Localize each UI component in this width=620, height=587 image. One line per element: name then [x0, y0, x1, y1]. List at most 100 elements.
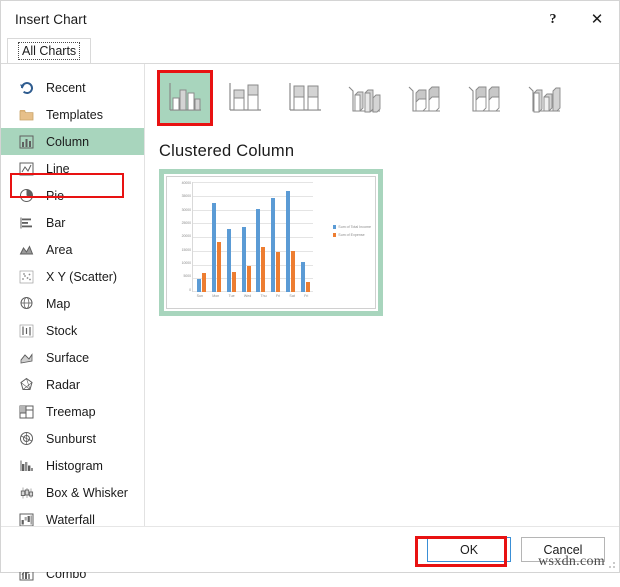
close-button[interactable]: ✕ — [575, 1, 619, 38]
sidebar-item-treemap[interactable]: Treemap — [1, 398, 144, 425]
x-tick: Fri — [275, 294, 281, 298]
tab-strip: All Charts — [1, 38, 619, 64]
chart-bar — [231, 271, 236, 292]
treemap-icon — [17, 403, 35, 421]
chart-legend: Sum of Total Income Sum of Expense — [332, 225, 371, 237]
boxwhisker-icon — [17, 484, 35, 502]
sidebar-item-stock[interactable]: Stock — [1, 317, 144, 344]
folder-icon — [17, 106, 35, 124]
chart-bar-group — [196, 182, 206, 292]
sidebar-item-xy-scatter-label: X Y (Scatter) — [46, 269, 118, 284]
x-tick: Sun — [196, 294, 204, 298]
sidebar-item-radar[interactable]: Radar — [1, 371, 144, 398]
sidebar-item-line[interactable]: Line — [1, 155, 144, 182]
area-chart-icon — [17, 241, 35, 259]
x-tick: Sat — [289, 294, 295, 298]
sidebar-item-bar-label: Bar — [46, 215, 66, 230]
y-tick: 15000 — [181, 247, 191, 252]
sidebar-item-map-label: Map — [46, 296, 71, 311]
y-tick: 35000 — [181, 194, 191, 199]
sidebar-item-bar[interactable]: Bar — [1, 209, 144, 236]
recent-icon — [17, 79, 35, 97]
x-tick: Mon — [212, 294, 220, 298]
y-tick: 0 — [189, 287, 191, 292]
chart-bar-group — [211, 182, 221, 292]
sidebar-item-xy-scatter[interactable]: X Y (Scatter) — [1, 263, 144, 290]
column-chart-icon — [17, 133, 35, 151]
chart-thumb-3d-clustered-column[interactable] — [339, 72, 391, 124]
chart-thumb-3d-stacked-column[interactable] — [399, 72, 451, 124]
chart-bar — [216, 241, 221, 292]
chart-bar — [196, 278, 201, 292]
y-tick: 25000 — [181, 220, 191, 225]
chart-thumb-100-percent-stacked-column[interactable] — [279, 72, 331, 124]
chart-bar-group — [241, 182, 251, 292]
sidebar-item-pie[interactable]: Pie — [1, 182, 144, 209]
sidebar-item-map[interactable]: Map — [1, 290, 144, 317]
tab-all-charts-label: All Charts — [18, 42, 81, 60]
sidebar-item-recent[interactable]: Recent — [1, 74, 144, 101]
chart-bar — [201, 272, 206, 292]
chart-grid-area — [192, 182, 313, 292]
sidebar-item-waterfall-label: Waterfall — [46, 512, 95, 527]
y-tick: 40000 — [181, 181, 191, 185]
chart-bar — [226, 229, 231, 292]
close-icon: ✕ — [590, 11, 604, 28]
sidebar-item-sunburst-label: Sunburst — [46, 431, 97, 446]
sidebar-item-box-whisker[interactable]: Box & Whisker — [1, 479, 144, 506]
sidebar-item-histogram[interactable]: Histogram — [1, 452, 144, 479]
ok-button[interactable]: OK — [427, 537, 511, 562]
x-tick: Fri — [304, 294, 309, 298]
help-button[interactable]: ? — [531, 1, 575, 38]
sidebar-item-line-label: Line — [46, 161, 70, 176]
chart-bar-group — [256, 182, 266, 292]
chart-bar — [276, 251, 281, 292]
sidebar-item-sunburst[interactable]: Sunburst — [1, 425, 144, 452]
chart-category-sidebar: Recent Templates Column Line Pie Bar Are… — [1, 64, 145, 581]
chart-bar — [246, 266, 251, 292]
legend-item: Sum of Expense — [332, 233, 371, 237]
sidebar-item-box-whisker-label: Box & Whisker — [46, 485, 128, 500]
chart-preview-frame[interactable]: 40000 35000 30000 25000 20000 15000 1000… — [159, 169, 383, 316]
sidebar-item-pie-label: Pie — [46, 188, 65, 203]
sidebar-item-area[interactable]: Area — [1, 236, 144, 263]
tab-all-charts[interactable]: All Charts — [7, 38, 92, 63]
radar-chart-icon — [17, 376, 35, 394]
dialog-footer: OK Cancel wsxdn.com — [1, 526, 619, 572]
dialog-content: Recent Templates Column Line Pie Bar Are… — [1, 64, 619, 581]
chart-thumb-3d-100-percent-stacked-column[interactable] — [459, 72, 511, 124]
watermark: wsxdn.com — [538, 554, 605, 569]
sidebar-item-histogram-label: Histogram — [46, 458, 103, 473]
chart-bar — [301, 262, 306, 292]
sidebar-item-column[interactable]: Column — [1, 128, 144, 155]
pie-chart-icon — [17, 187, 35, 205]
legend-swatch-icon — [332, 233, 337, 237]
resize-grip[interactable] — [606, 559, 616, 569]
dialog-title: Insert Chart — [15, 12, 87, 27]
sidebar-item-radar-label: Radar — [46, 377, 81, 392]
sidebar-item-area-label: Area — [46, 242, 73, 257]
chart-bar — [261, 247, 266, 292]
chart-plot-wrapper: 40000 35000 30000 25000 20000 15000 1000… — [167, 177, 375, 308]
legend-label: Sum of Expense — [338, 233, 365, 237]
chart-thumb-stacked-column[interactable] — [219, 72, 271, 124]
chart-thumb-clustered-column[interactable] — [159, 72, 211, 124]
x-tick: Tue — [228, 294, 235, 298]
scatter-chart-icon — [17, 268, 35, 286]
sidebar-item-templates-label: Templates — [46, 107, 103, 122]
chart-bar-group — [286, 182, 296, 292]
sidebar-item-surface-label: Surface — [46, 350, 90, 365]
surface-chart-icon — [17, 349, 35, 367]
sunburst-icon — [17, 430, 35, 448]
chart-preview: 40000 35000 30000 25000 20000 15000 1000… — [166, 176, 376, 309]
chart-thumb-3d-column[interactable] — [519, 72, 571, 124]
help-icon: ? — [549, 11, 557, 27]
chart-bar — [256, 208, 261, 292]
sidebar-item-templates[interactable]: Templates — [1, 101, 144, 128]
sidebar-item-surface[interactable]: Surface — [1, 344, 144, 371]
y-tick: 5000 — [183, 274, 191, 279]
x-tick: Thu — [260, 294, 267, 298]
chart-bar-group — [271, 182, 281, 292]
sidebar-item-treemap-label: Treemap — [46, 404, 96, 419]
chart-type-thumbnail-strip — [155, 72, 607, 124]
